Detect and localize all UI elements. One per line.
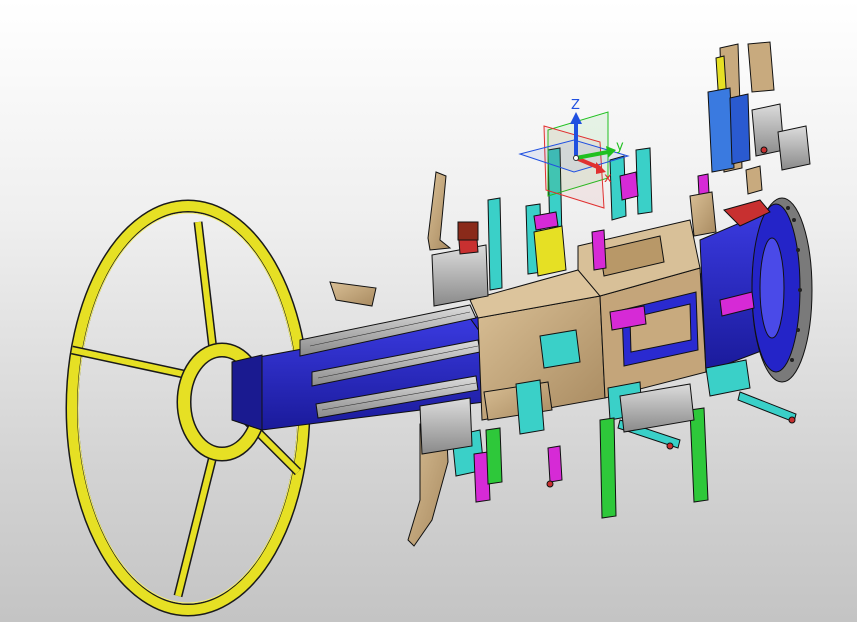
compass-x-label: x — [604, 171, 612, 186]
assembly-model[interactable]: Z y x — [0, 0, 857, 622]
3d-viewport[interactable]: Z y x — [0, 0, 857, 622]
compass-z-label: Z — [571, 98, 580, 113]
compass-y-label: y — [616, 139, 624, 154]
compass-origin — [573, 155, 579, 161]
gripper-assembly[interactable] — [707, 41, 811, 195]
compass-z-arrow — [570, 112, 582, 124]
